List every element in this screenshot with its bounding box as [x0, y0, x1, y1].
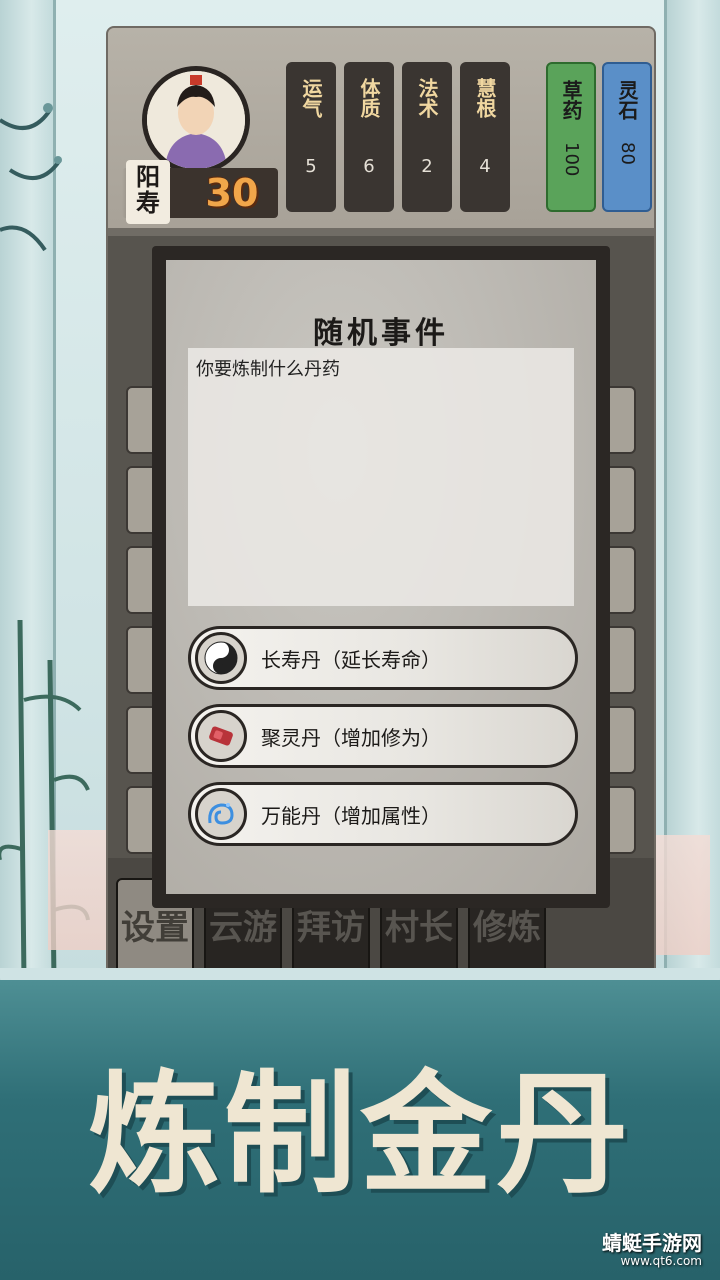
lifespan-label: 阳寿: [126, 160, 170, 224]
option-spirit-gathering-pill[interactable]: 聚灵丹（增加修为）: [188, 704, 578, 768]
resource-name: 灵石: [615, 80, 639, 120]
pink-cloud-decoration: [650, 835, 710, 955]
banner-title: 炼制金丹: [88, 1057, 632, 1212]
option-longevity-pill[interactable]: 长寿丹（延长寿命）: [188, 626, 578, 690]
blue-swirl-icon: [195, 788, 247, 840]
stat-name: 慧根: [473, 78, 497, 118]
stat-value: 2: [421, 156, 433, 177]
resource-value: 100: [561, 142, 582, 177]
stat-value: 4: [479, 156, 491, 177]
red-pill-icon: [195, 710, 247, 762]
stat-constitution: 体质 6: [344, 62, 394, 212]
stat-luck: 运气 5: [286, 62, 336, 212]
watermark-text: 蜻蜓手游网: [602, 1231, 702, 1255]
resource-herb: 草药 100: [546, 62, 596, 212]
resource-value: 80: [617, 142, 638, 165]
status-bar: 阳寿 30 运气 5 体质 6 法术 2 慧根 4 草药 100 灵石 80: [108, 28, 654, 228]
lifespan-value: 30: [205, 171, 259, 215]
stat-value: 6: [363, 156, 375, 177]
stat-wisdom: 慧根 4: [460, 62, 510, 212]
stat-name: 法术: [415, 78, 439, 118]
yin-yang-icon: [195, 632, 247, 684]
avatar-portrait-icon: [147, 71, 245, 169]
dialog-message: 你要炼制什么丹药: [188, 348, 574, 606]
dialog-panel: 随机事件 你要炼制什么丹药 长寿丹（延长寿命） 聚灵丹（增加修为） 万能丹（增加…: [166, 260, 596, 894]
resource-spirit-stone: 灵石 80: [602, 62, 652, 212]
option-label: 长寿丹（延长寿命）: [261, 647, 441, 672]
stat-magic: 法术 2: [402, 62, 452, 212]
option-universal-pill[interactable]: 万能丹（增加属性）: [188, 782, 578, 846]
option-label: 万能丹（增加属性）: [261, 803, 441, 828]
random-event-dialog: 随机事件 你要炼制什么丹药 长寿丹（延长寿命） 聚灵丹（增加修为） 万能丹（增加…: [152, 246, 610, 908]
stat-value: 5: [305, 156, 317, 177]
option-label: 聚灵丹（增加修为）: [261, 725, 441, 750]
plum-branch-decoration: [0, 103, 62, 252]
watermark: 蜻蜓手游网 www.qt6.com: [602, 1232, 702, 1268]
dialog-title: 随机事件: [313, 316, 449, 351]
stat-name: 体质: [357, 78, 381, 118]
stat-name: 运气: [299, 78, 323, 118]
resource-name: 草药: [559, 80, 583, 120]
watermark-url: www.qt6.com: [620, 1254, 702, 1268]
player-avatar[interactable]: [142, 66, 250, 174]
